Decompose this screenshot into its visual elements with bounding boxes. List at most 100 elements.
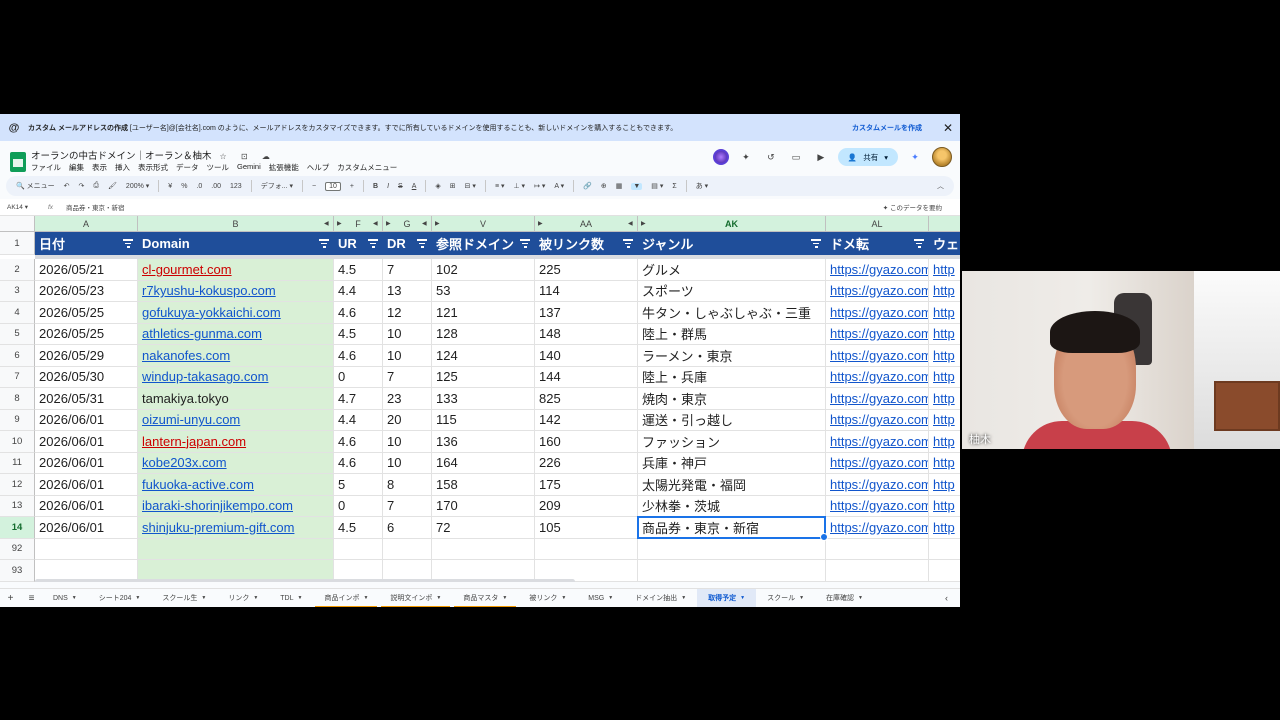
cell-date[interactable]: 2026/05/30	[35, 366, 138, 388]
filter-icon[interactable]	[623, 239, 633, 248]
text-color-icon[interactable]: A	[412, 183, 417, 190]
row-header[interactable]: 4	[0, 302, 35, 324]
comment-add-icon[interactable]: ⊕	[601, 182, 607, 190]
cell-dr[interactable]: 6	[383, 517, 432, 539]
fill-color-icon[interactable]: ◈	[435, 182, 440, 190]
column-title[interactable]: ドメ転	[826, 232, 929, 255]
menu-item[interactable]: 表示形式	[138, 162, 168, 173]
filter-icon[interactable]	[319, 239, 329, 248]
cell-date[interactable]: 2026/05/23	[35, 280, 138, 302]
collapse-columns-icon[interactable]: ◀	[373, 220, 378, 227]
cell-ref[interactable]: 136	[432, 431, 535, 453]
empty-cell[interactable]	[535, 538, 638, 560]
sheet-tab[interactable]: 被リンク ▼	[518, 589, 577, 608]
cell-bl[interactable]: 225	[535, 259, 638, 281]
horizontal-scrollbar[interactable]	[35, 579, 575, 582]
cell-bl[interactable]: 148	[535, 323, 638, 345]
comment-icon[interactable]: ▭	[788, 149, 804, 165]
sheet-tab[interactable]: MSG ▼	[577, 589, 624, 608]
cell-web-link[interactable]: http	[929, 345, 960, 367]
cell-web-link[interactable]: http	[929, 496, 960, 517]
cell-dr[interactable]: 10	[383, 431, 432, 453]
cell-dr[interactable]: 8	[383, 474, 432, 496]
cell-ur[interactable]: 0	[334, 495, 383, 517]
cell-web-link[interactable]: http	[929, 259, 960, 281]
cell-genre[interactable]: 少林拳・茨城	[638, 495, 826, 517]
functions-icon[interactable]: Σ	[672, 183, 676, 190]
merge-icon[interactable]: ⊟ ▾	[465, 182, 476, 190]
column-header[interactable]: AA	[535, 216, 638, 232]
cell-bl[interactable]: 175	[535, 474, 638, 496]
cell-ur[interactable]: 4.4	[334, 409, 383, 431]
sheet-grid[interactable]: A B ◀ F ▶ ◀ G ▶ ◀ V ▶ AA ▶ ◀ AK ▶ AL 1 日付 Domain UR DR 参照ドメイン被…	[0, 216, 960, 582]
cell-ref[interactable]: 133	[432, 388, 535, 410]
collapse-columns-icon[interactable]: ◀	[422, 220, 427, 227]
cell-ref[interactable]: 170	[432, 495, 535, 517]
column-header[interactable]: AL	[826, 216, 929, 232]
caret-down-icon[interactable]: ▼	[135, 595, 140, 601]
zoom-select[interactable]: 200% ▾	[126, 182, 149, 190]
cell-genre[interactable]: ファッション	[638, 431, 826, 453]
empty-cell[interactable]	[929, 539, 960, 560]
cell-domain[interactable]: kobe203x.com	[138, 452, 334, 474]
close-icon[interactable]: ✕	[936, 121, 960, 135]
cell-ref[interactable]: 164	[432, 452, 535, 474]
cell-dr[interactable]: 7	[383, 366, 432, 388]
percent-button[interactable]: %	[181, 183, 187, 190]
filter-icon[interactable]	[417, 239, 427, 248]
italic-icon[interactable]: I	[387, 183, 389, 190]
cell-dr[interactable]: 20	[383, 409, 432, 431]
select-all-corner[interactable]	[0, 216, 35, 232]
menu-item[interactable]: 挿入	[115, 162, 130, 173]
sheet-tab[interactable]: 商品マスタ ▼	[452, 589, 518, 607]
cell-domain[interactable]: shinjuku-premium-gift.com	[138, 517, 334, 539]
column-title[interactable]: DR	[383, 232, 432, 255]
row-header[interactable]: 10	[0, 431, 35, 453]
caret-down-icon[interactable]: ▼	[436, 595, 441, 601]
filter-icon[interactable]	[811, 239, 821, 248]
column-title[interactable]: Domain	[138, 232, 334, 255]
sheet-tab[interactable]: DNS ▼	[42, 589, 88, 608]
column-title[interactable]: ウェ	[929, 232, 960, 255]
collapse-columns-icon[interactable]: ◀	[324, 220, 329, 227]
sheet-tab[interactable]: 在庫確認 ▼	[815, 589, 874, 608]
row-header[interactable]: 93	[0, 560, 35, 582]
cell-domain[interactable]: ibaraki-shorinjikempo.com	[138, 495, 334, 517]
cell-web-link[interactable]: http	[929, 453, 960, 474]
cell-ur[interactable]: 5	[334, 474, 383, 496]
cell-bl[interactable]: 140	[535, 345, 638, 367]
sheet-tab[interactable]: リンク ▼	[217, 589, 269, 608]
cell-screenshot-link[interactable]: https://gyazo.com	[826, 452, 929, 474]
menu-item[interactable]: カスタムメニュー	[337, 162, 397, 173]
add-sheet-icon[interactable]: +	[0, 593, 21, 604]
column-title[interactable]: ジャンル	[638, 232, 826, 255]
cell-ref[interactable]: 125	[432, 366, 535, 388]
font-select[interactable]: デフォ... ▾	[261, 181, 293, 191]
filter-views-icon[interactable]: ▤ ▾	[651, 182, 663, 190]
empty-cell[interactable]	[383, 538, 432, 560]
paint-format-icon[interactable]: 🖌	[108, 182, 117, 190]
caret-down-icon[interactable]: ▼	[298, 595, 303, 601]
column-title[interactable]: 参照ドメイン	[432, 232, 535, 255]
empty-cell[interactable]	[35, 538, 138, 560]
cell-web-link[interactable]: http	[929, 431, 960, 453]
caret-down-icon[interactable]: ▼	[561, 595, 566, 601]
font-size-input[interactable]: 10	[325, 181, 341, 191]
cell-bl[interactable]: 105	[535, 517, 638, 539]
cell-domain[interactable]: nakanofes.com	[138, 345, 334, 367]
cell-ref[interactable]: 72	[432, 517, 535, 539]
filter-icon[interactable]	[520, 239, 530, 248]
currency-button[interactable]: ¥	[168, 183, 172, 190]
cell-date[interactable]: 2026/05/25	[35, 302, 138, 324]
caret-down-icon[interactable]: ▼	[799, 595, 804, 601]
all-sheets-icon[interactable]: ≡	[21, 593, 42, 604]
gemini-orb-icon[interactable]	[712, 149, 729, 165]
cell-web-link[interactable]: http	[929, 324, 960, 345]
formula-input[interactable]: 商品券・東京・新宿	[66, 202, 883, 212]
column-title[interactable]: 日付	[35, 232, 138, 255]
cell-screenshot-link[interactable]: https://gyazo.com	[826, 495, 929, 517]
cell-date[interactable]: 2026/06/01	[35, 517, 138, 539]
sheet-tab[interactable]: 商品インポ ▼	[313, 589, 379, 607]
chevron-down-icon[interactable]: ▾	[884, 153, 888, 162]
cell-screenshot-link[interactable]: https://gyazo.com	[826, 474, 929, 496]
